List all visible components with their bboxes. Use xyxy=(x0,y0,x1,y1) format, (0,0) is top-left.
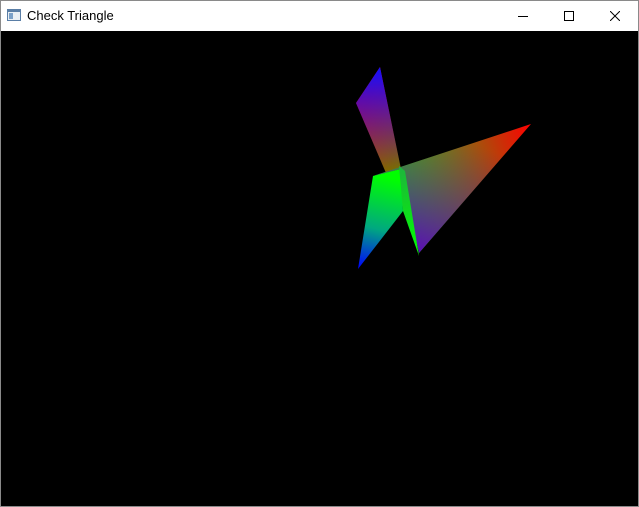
maximize-button[interactable] xyxy=(546,1,592,31)
minimize-button[interactable] xyxy=(500,1,546,31)
triangle-lower-left xyxy=(358,169,403,269)
window-title: Check Triangle xyxy=(27,8,114,23)
close-icon xyxy=(610,11,620,21)
maximize-icon xyxy=(564,11,574,21)
close-button[interactable] xyxy=(592,1,638,31)
title-bar[interactable]: Check Triangle xyxy=(1,1,638,31)
app-window-icon xyxy=(7,9,21,21)
app-window: Check Triangle xyxy=(0,0,639,507)
minimize-icon xyxy=(518,16,528,17)
triangle-upper-left xyxy=(356,67,401,173)
render-viewport[interactable] xyxy=(1,31,638,506)
triangle-scene xyxy=(356,67,531,269)
